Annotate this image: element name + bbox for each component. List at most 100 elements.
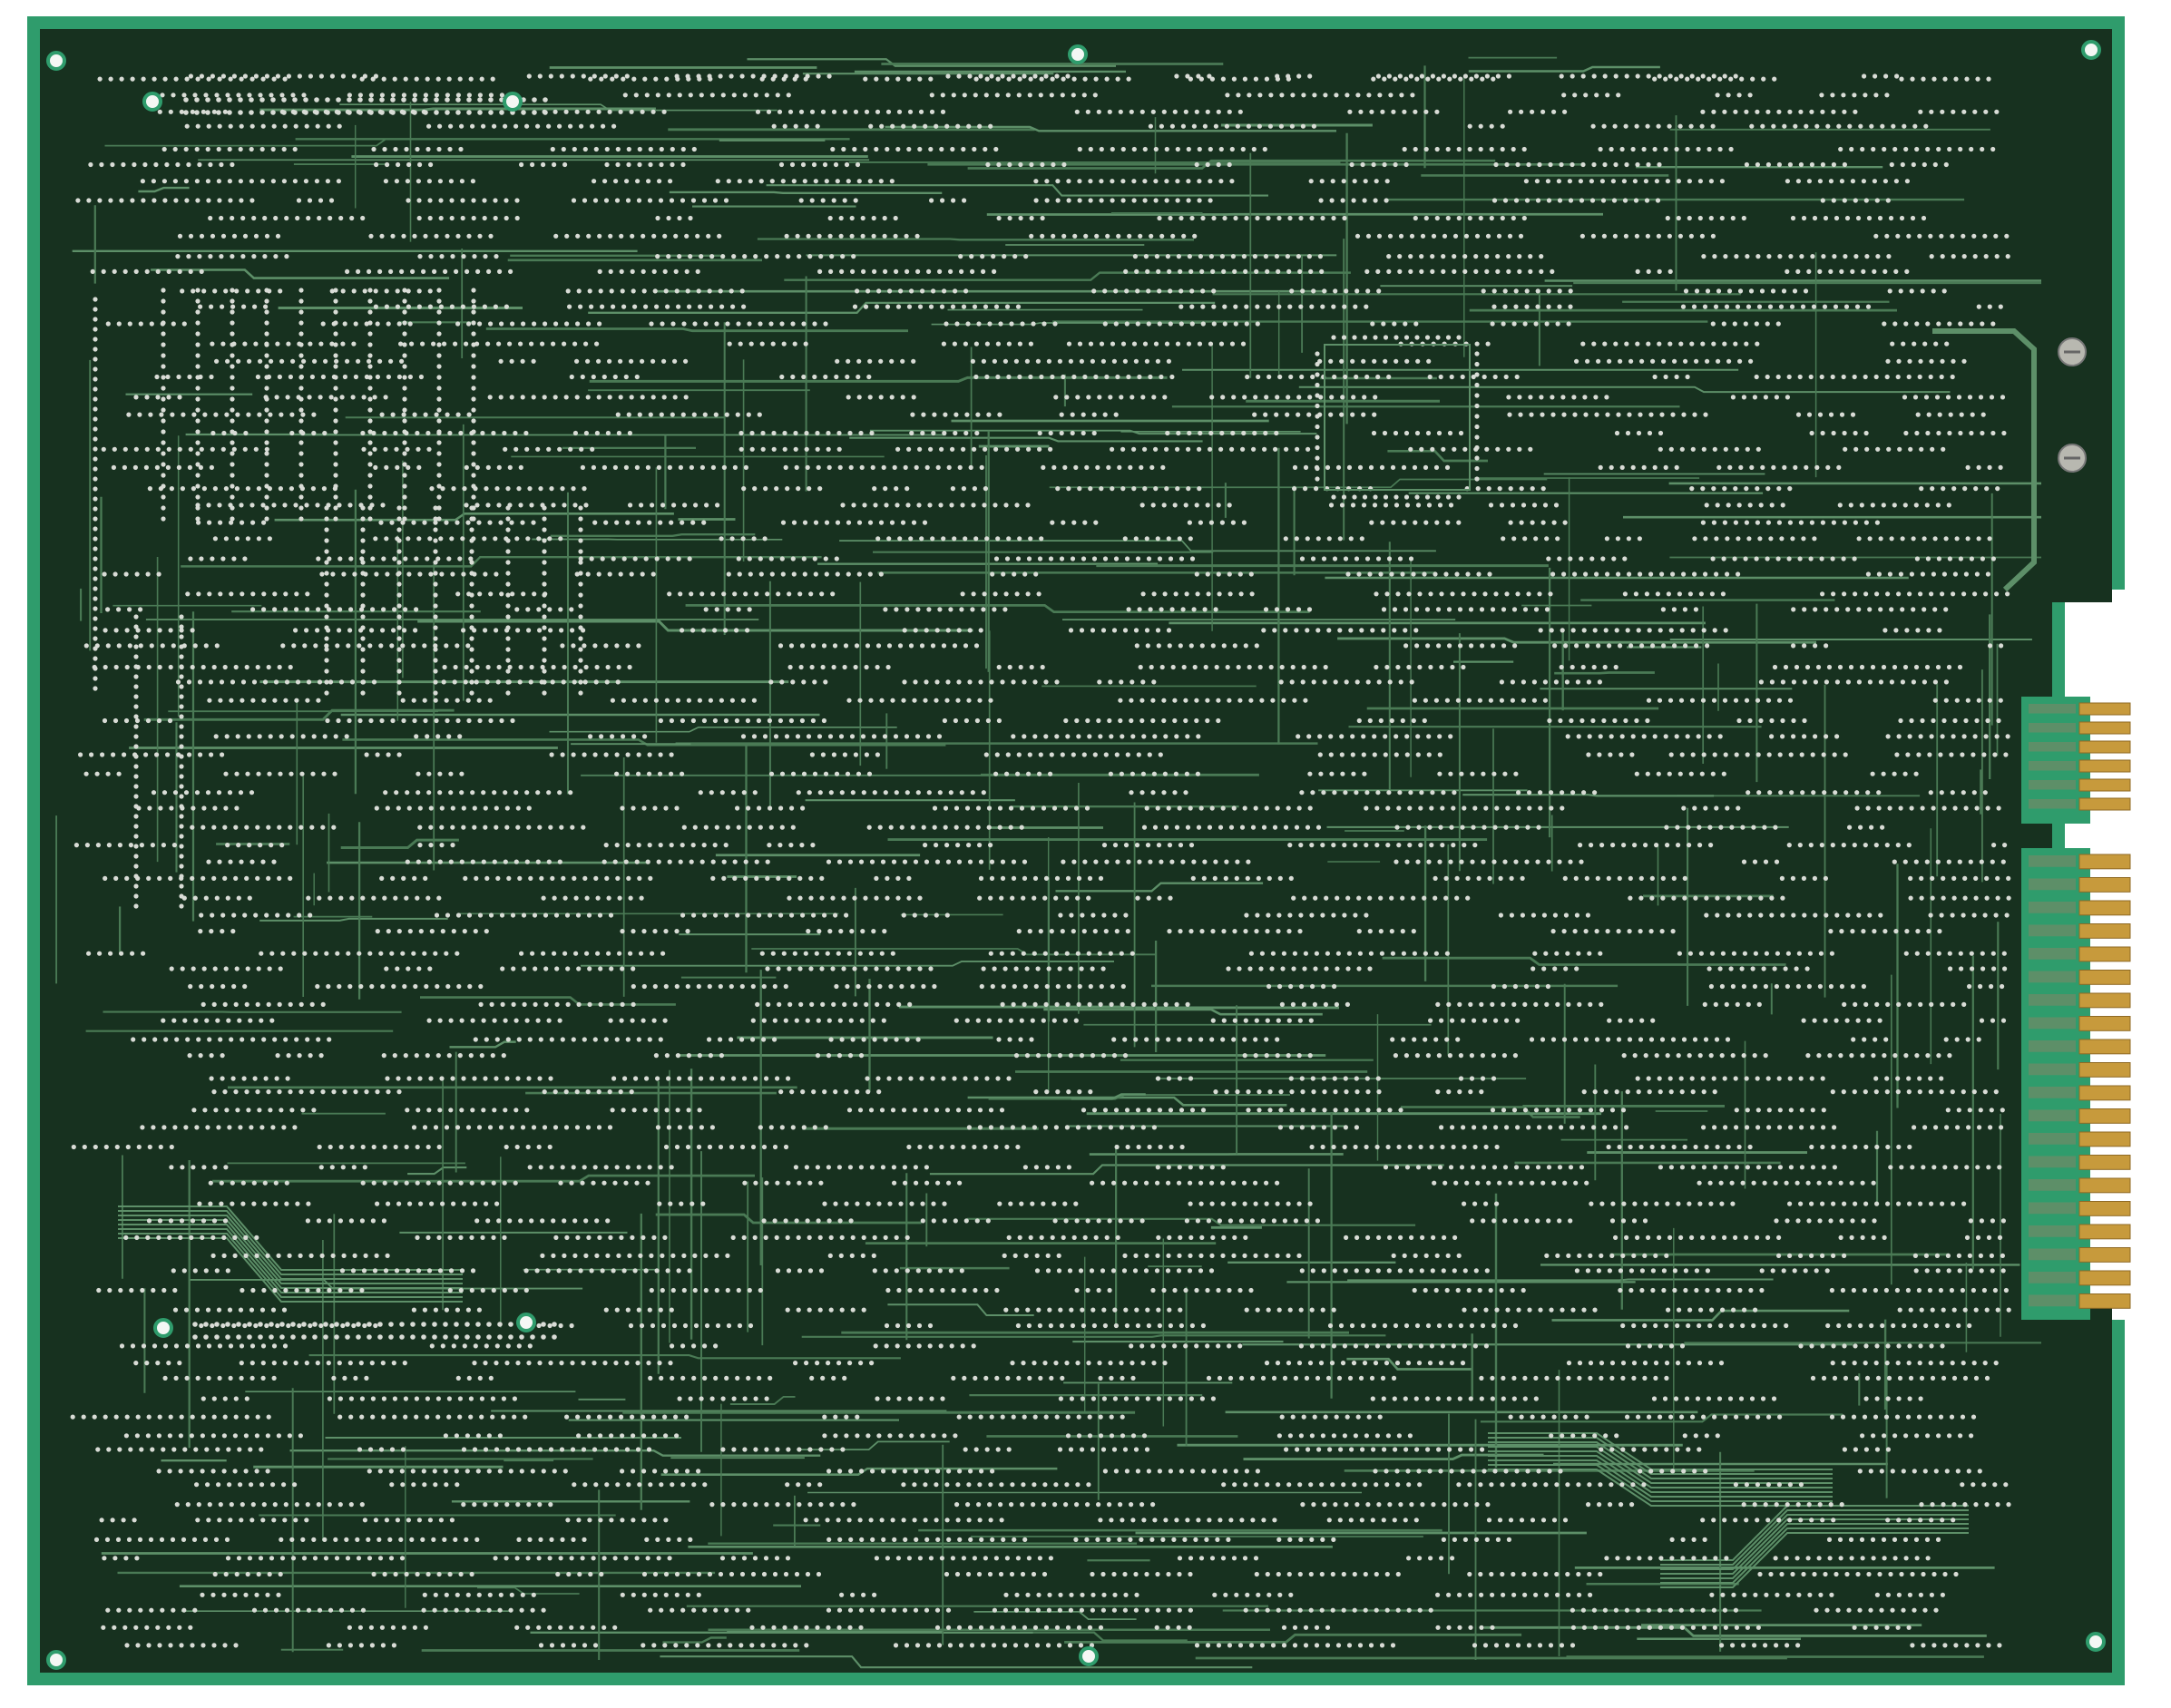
solder-pad: [1039, 536, 1044, 542]
solder-pad: [1599, 843, 1605, 848]
solder-pad: [1372, 412, 1377, 417]
solder-pad: [740, 734, 747, 739]
solder-pad: [1863, 198, 1869, 203]
solder-pad: [721, 875, 727, 882]
solder-pad: [1456, 146, 1462, 152]
solder-pad: [1677, 123, 1683, 129]
solder-pad: [1765, 520, 1771, 525]
solder-pad: [786, 254, 791, 259]
solder-pad: [631, 805, 636, 811]
solder-pad: [1880, 123, 1885, 129]
solder-pad: [1461, 591, 1466, 597]
solder-pad: [1481, 771, 1486, 776]
solder-pad: [1434, 520, 1440, 525]
solder-pad: [1064, 395, 1070, 400]
solder-pad: [1797, 556, 1803, 561]
solder-pad: [1220, 805, 1226, 811]
solder-pad: [680, 843, 685, 848]
solder-pad: [841, 146, 846, 152]
solder-pad: [1789, 304, 1795, 309]
solder-pad: [1685, 374, 1690, 380]
solder-pad: [1218, 446, 1224, 452]
solder-pad: [1697, 179, 1703, 184]
solder-pad: [930, 536, 935, 542]
solder-pad: [1920, 717, 1925, 724]
solder-pad: [709, 790, 714, 795]
solder-pad: [1591, 341, 1597, 346]
solder-pad: [571, 752, 576, 757]
solder-pad: [862, 503, 867, 508]
solder-pad: [1246, 123, 1251, 129]
solder-pad: [1999, 643, 2004, 649]
solder-pad: [1059, 412, 1064, 417]
solder-pad: [1458, 643, 1463, 649]
solder-pad: [1040, 161, 1045, 168]
solder-pad: [837, 464, 843, 471]
solder-pad: [1623, 717, 1628, 724]
solder-pad: [1289, 679, 1295, 685]
solder-pad: [1318, 771, 1324, 776]
solder-pad: [1705, 643, 1710, 649]
solder-pad: [953, 825, 959, 830]
solder-pad: [975, 825, 981, 830]
solder-pad: [1711, 109, 1716, 114]
solder-pad: [1119, 395, 1124, 400]
solder-pad: [1609, 146, 1614, 152]
solder-pad: [1202, 859, 1208, 864]
solder-pad: [1865, 571, 1871, 577]
solder-pad: [1004, 446, 1010, 452]
solder-pad: [1714, 536, 1719, 542]
solder-pad: [776, 591, 781, 597]
solder-pad: [887, 288, 893, 294]
solder-pad: [944, 321, 949, 327]
solder-pad: [1436, 643, 1442, 649]
solder-pad: [792, 341, 797, 346]
solder-pad: [1586, 679, 1591, 685]
solder-pad: [1931, 805, 1936, 811]
solder-pad: [1350, 412, 1355, 417]
solder-pad: [583, 341, 589, 346]
solder-pad: [1892, 859, 1897, 864]
solder-pad: [1006, 374, 1012, 380]
solder-pad: [576, 288, 582, 294]
solder-pad: [845, 374, 850, 380]
solder-pad: [1380, 109, 1385, 114]
solder-pad: [1785, 179, 1790, 184]
solder-pad: [214, 93, 220, 98]
solder-pad: [1006, 536, 1012, 542]
solder-pad: [1200, 321, 1206, 327]
solder-pad: [684, 268, 689, 274]
solder-pad: [373, 464, 378, 471]
solder-pad: [989, 73, 994, 79]
solder-pad: [210, 341, 215, 346]
solder-pad: [293, 503, 298, 508]
solder-pad: [1950, 790, 1955, 795]
solder-pad: [747, 321, 752, 327]
solder-pad: [1755, 109, 1760, 114]
solder-pad: [1514, 374, 1520, 380]
solder-pad: [126, 412, 132, 417]
solder-pad: [1919, 486, 1924, 492]
solder-pad: [403, 607, 408, 612]
solder-pad: [1748, 288, 1755, 294]
solder-pad: [264, 73, 269, 79]
solder-pad: [1594, 412, 1599, 417]
solder-pad: [1355, 93, 1361, 98]
solder-pad: [133, 395, 139, 400]
solder-pad: [1071, 520, 1077, 525]
solder-pad: [311, 734, 317, 739]
solder-pad: [1110, 446, 1115, 452]
solder-pad: [1208, 446, 1213, 452]
solder-pad: [1810, 254, 1815, 259]
solder-pad: [1924, 664, 1931, 670]
solder-pad: [917, 146, 923, 152]
solder-pad: [1071, 93, 1076, 98]
solder-pad: [1502, 288, 1508, 294]
solder-pad: [531, 520, 536, 525]
solder-pad: [367, 358, 372, 364]
solder-pad: [1037, 556, 1043, 561]
solder-pad: [1055, 486, 1061, 492]
solder-pad: [735, 805, 740, 811]
solder-pad: [1667, 268, 1673, 274]
solder-pad: [1723, 628, 1728, 633]
